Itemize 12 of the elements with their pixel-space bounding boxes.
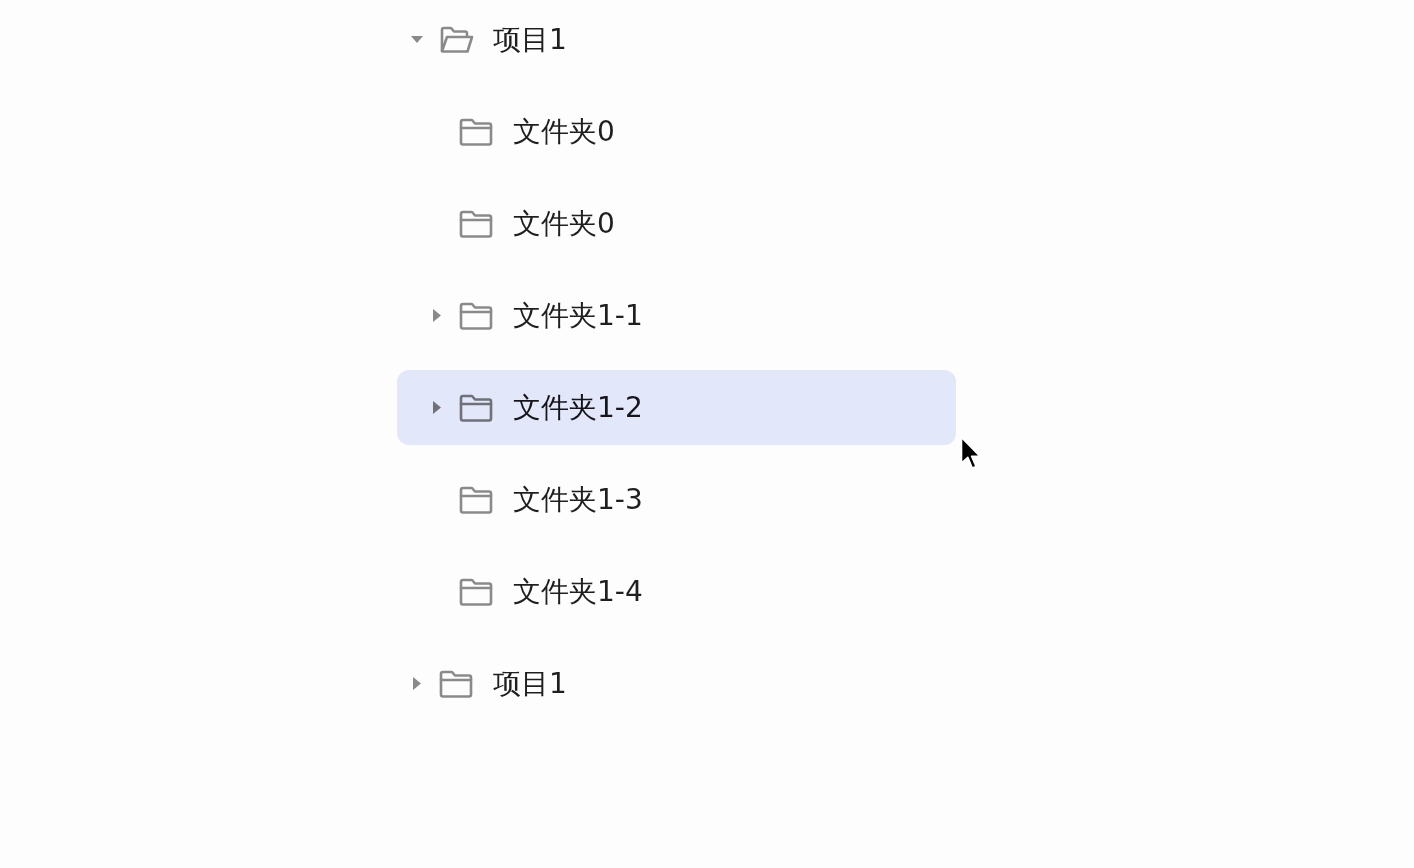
tree-item[interactable]: 文件夹1-2 [397, 370, 956, 445]
caret-icon[interactable] [413, 677, 421, 690]
tree-item[interactable]: 项目1 [397, 2, 956, 77]
tree-item[interactable]: 文件夹0 [397, 94, 956, 169]
tree-item[interactable]: 文件夹1-4 [397, 554, 956, 629]
tree-item[interactable]: 文件夹1-1 [397, 278, 956, 353]
caret-icon[interactable] [433, 401, 441, 414]
caret-icon[interactable] [433, 309, 441, 322]
tree-item[interactable]: 文件夹1-3 [397, 462, 956, 537]
tree-item[interactable]: 项目1 [397, 646, 956, 721]
caret-icon[interactable] [411, 36, 423, 43]
tree-item[interactable]: 文件夹0 [397, 186, 956, 261]
